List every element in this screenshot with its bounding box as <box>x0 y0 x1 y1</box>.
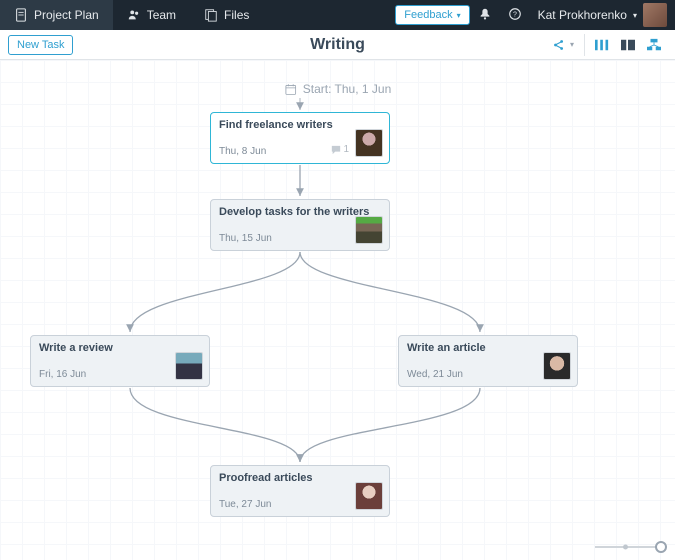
page-title: Writing <box>310 36 365 54</box>
nav-tab-team[interactable]: Team <box>113 0 190 30</box>
user-menu[interactable]: Kat Prokhorenko ▾ <box>530 3 675 27</box>
calendar-icon <box>284 83 297 96</box>
flow-canvas[interactable]: Start: Thu, 1 Jun Find freelance writers… <box>0 60 675 560</box>
user-name: Kat Prokhorenko <box>538 8 627 22</box>
feedback-button[interactable]: Feedback ▾ <box>395 5 469 25</box>
share-icon <box>552 38 566 52</box>
task-card[interactable]: Proofread articles Tue, 27 Jun <box>210 465 390 517</box>
feedback-label: Feedback <box>404 9 452 21</box>
comment-count: 1 <box>343 144 349 155</box>
task-card[interactable]: Write a review Fri, 16 Jun <box>30 335 210 387</box>
nav-tab-label: Project Plan <box>34 8 99 22</box>
nav-tab-files[interactable]: Files <box>190 0 263 30</box>
start-label-text: Start: Thu, 1 Jun <box>303 82 392 96</box>
toolbar: New Task Writing ▾ <box>0 30 675 60</box>
share-button[interactable]: ▾ <box>542 34 585 56</box>
bell-icon[interactable] <box>470 7 500 24</box>
zoom-handle[interactable] <box>655 541 667 553</box>
assignee-avatar <box>355 129 383 157</box>
team-icon <box>127 8 141 22</box>
assignee-avatar <box>355 216 383 244</box>
zoom-track <box>595 546 665 548</box>
svg-text:?: ? <box>513 11 517 18</box>
assignee-avatar <box>355 482 383 510</box>
task-comment-count: 1 <box>331 144 349 155</box>
top-nav: Project Plan Team Files Feedback ▾ ? Kat… <box>0 0 675 30</box>
caret-down-icon: ▾ <box>457 11 461 20</box>
help-icon[interactable]: ? <box>500 7 530 24</box>
board-icon <box>619 38 637 52</box>
new-task-button[interactable]: New Task <box>8 35 73 55</box>
assignee-avatar <box>543 352 571 380</box>
nav-tab-label: Team <box>147 8 176 22</box>
comment-icon <box>331 145 341 155</box>
assignee-avatar <box>175 352 203 380</box>
zoom-slider[interactable] <box>595 540 665 554</box>
avatar <box>643 3 667 27</box>
caret-down-icon: ▾ <box>570 40 574 49</box>
columns-icon <box>593 38 611 52</box>
task-card[interactable]: Find freelance writers Thu, 8 Jun 1 <box>210 112 390 164</box>
start-marker: Start: Thu, 1 Jun <box>284 82 392 96</box>
view-controls: ▾ <box>542 34 675 56</box>
flow-icon <box>645 38 663 52</box>
view-flow-button[interactable] <box>645 37 663 53</box>
nav-tab-label: Files <box>224 8 249 22</box>
files-icon <box>204 8 218 22</box>
nav-tab-project-plan[interactable]: Project Plan <box>0 0 113 30</box>
caret-down-icon: ▾ <box>633 11 637 20</box>
zoom-step <box>623 545 628 550</box>
task-card[interactable]: Write an article Wed, 21 Jun <box>398 335 578 387</box>
view-columns-button[interactable] <box>593 37 611 53</box>
view-board-button[interactable] <box>619 37 637 53</box>
doc-icon <box>14 8 28 22</box>
task-card[interactable]: Develop tasks for the writers Thu, 15 Ju… <box>210 199 390 251</box>
